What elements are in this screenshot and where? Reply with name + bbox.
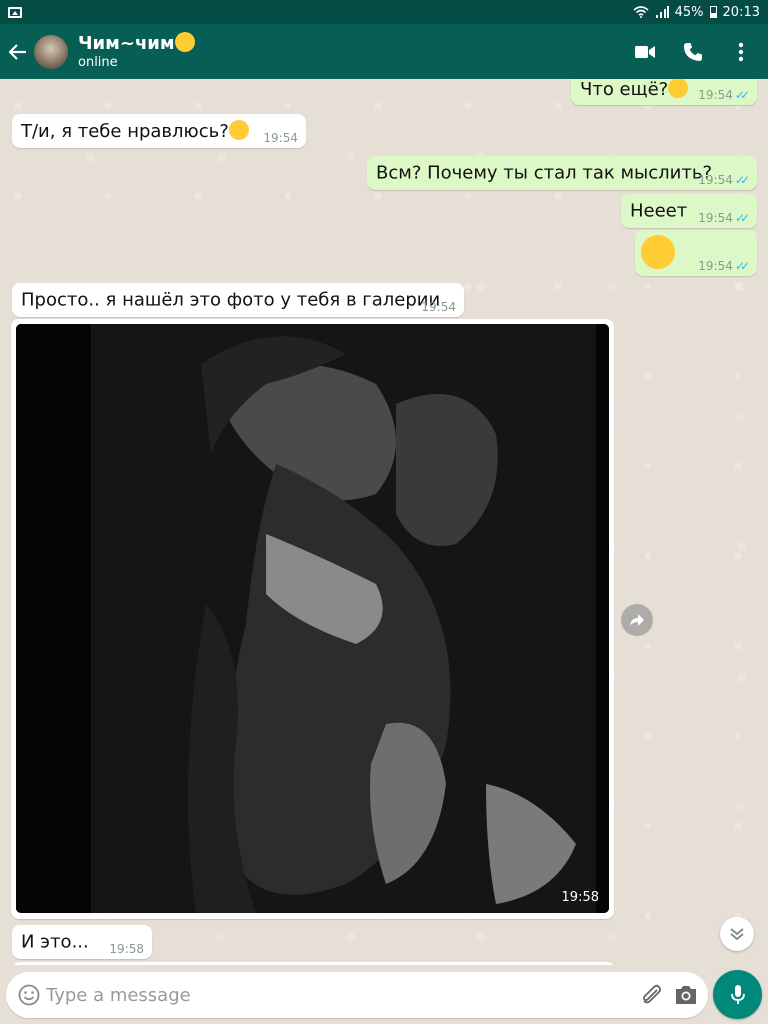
forward-icon	[630, 614, 644, 626]
message-text: Просто.. я нашёл это фото у тебя в галер…	[21, 289, 441, 311]
message-time: 19:54	[698, 211, 733, 225]
video-call-icon	[635, 45, 655, 58]
double-check-icon: ✓✓	[734, 88, 750, 102]
paperclip-icon	[642, 984, 662, 1004]
message-text: Всм? Почему ты стал так мыслить?	[376, 162, 713, 184]
arrow-back-icon	[9, 43, 26, 60]
status-bar: 45% 20:13	[0, 0, 768, 24]
double-check-icon: ✓✓	[734, 173, 750, 187]
more-vert-icon	[738, 42, 744, 61]
camera-button[interactable]	[674, 984, 698, 1006]
back-button[interactable]	[4, 24, 32, 79]
message-text: Нееет	[630, 200, 688, 222]
message-incoming[interactable]: Просто.. я нашёл это фото у тебя в галер…	[12, 283, 464, 317]
message-text	[641, 235, 675, 271]
message-time: 19:54	[698, 173, 733, 187]
message-outgoing[interactable]: Нееет 19:54 ✓✓	[621, 194, 757, 228]
message-meta: 19:54 ✓✓	[698, 211, 750, 225]
status-bar-right: 45% 20:13	[633, 5, 760, 20]
message-time: 19:54	[263, 131, 298, 145]
forward-button[interactable]	[621, 604, 653, 636]
message-text: Что ещё?	[580, 79, 689, 100]
hugging-face-emoji	[174, 32, 195, 52]
signal-icon	[655, 6, 669, 18]
message-time: 19:58	[561, 890, 599, 905]
image-notification-icon	[8, 6, 22, 18]
smiley-icon	[18, 984, 40, 1006]
message-meta: 19:54	[263, 131, 298, 145]
battery-icon	[709, 6, 717, 18]
chat-messages[interactable]: Что ещё? 19:54 ✓✓ Т/и, я тебе нравлюсь? …	[0, 79, 768, 965]
contact-info[interactable]: Чим~чим online	[78, 32, 195, 71]
clock: 20:13	[722, 4, 760, 20]
header-actions	[634, 40, 752, 64]
message-photo[interactable]: 19:58	[11, 319, 614, 919]
double-chevron-down-icon	[730, 928, 744, 941]
attach-button[interactable]	[640, 983, 664, 1007]
message-time: 19:54	[698, 88, 733, 102]
emoji-button[interactable]	[18, 984, 40, 1006]
message-input-container	[6, 972, 708, 1018]
phone-icon	[684, 42, 702, 61]
more-options-button[interactable]	[730, 40, 752, 64]
message-text: И это...	[21, 931, 89, 953]
voice-call-button[interactable]	[682, 40, 704, 64]
avatar[interactable]	[34, 34, 68, 69]
message-meta: 19:54 ✓✓	[698, 173, 750, 187]
double-check-icon: ✓✓	[734, 211, 750, 225]
battery-percentage: 45%	[674, 4, 704, 20]
photo-content	[16, 324, 609, 913]
contact-status: online	[78, 55, 118, 70]
message-input-bar	[0, 965, 768, 1024]
message-time: 19:54	[698, 259, 733, 273]
microphone-icon	[730, 984, 745, 1004]
flushed-face-emoji	[668, 79, 689, 98]
camera-icon	[676, 986, 696, 1004]
message-outgoing[interactable]: Всм? Почему ты стал так мыслить? 19:54 ✓…	[367, 156, 757, 190]
contact-name: Чим~чим	[78, 32, 195, 55]
message-outgoing[interactable]: Что ещё? 19:54 ✓✓	[571, 79, 757, 105]
message-meta: 19:54	[421, 300, 456, 314]
scroll-to-bottom-button[interactable]	[720, 917, 754, 951]
thinking-face-emoji	[228, 120, 249, 140]
zipper-mouth-face-emoji	[641, 235, 675, 269]
double-check-icon: ✓✓	[734, 259, 750, 273]
message-incoming[interactable]: Т/и, я тебе нравлюсь? 19:54	[12, 114, 306, 148]
message-incoming[interactable]: И это... 19:58	[12, 925, 152, 959]
message-outgoing[interactable]: 19:54 ✓✓	[635, 230, 757, 276]
message-text: Т/и, я тебе нравлюсь?	[21, 120, 249, 142]
message-time: 19:58	[109, 942, 144, 956]
message-meta: 19:58	[109, 942, 144, 956]
message-text-content: Т/и, я тебе нравлюсь?	[21, 121, 229, 142]
message-meta: 19:54 ✓✓	[698, 259, 750, 273]
message-meta: 19:54 ✓✓	[698, 88, 750, 102]
chat-header: Чим~чим online	[0, 24, 768, 79]
message-time: 19:54	[421, 300, 456, 314]
wifi-icon	[633, 6, 649, 18]
message-text-content: Что ещё?	[580, 79, 669, 100]
contact-name-text: Чим~чим	[78, 33, 175, 54]
voice-message-button[interactable]	[713, 970, 762, 1019]
photo-image[interactable]: 19:58	[16, 324, 609, 913]
video-call-button[interactable]	[634, 40, 656, 64]
message-input[interactable]	[46, 980, 626, 1010]
